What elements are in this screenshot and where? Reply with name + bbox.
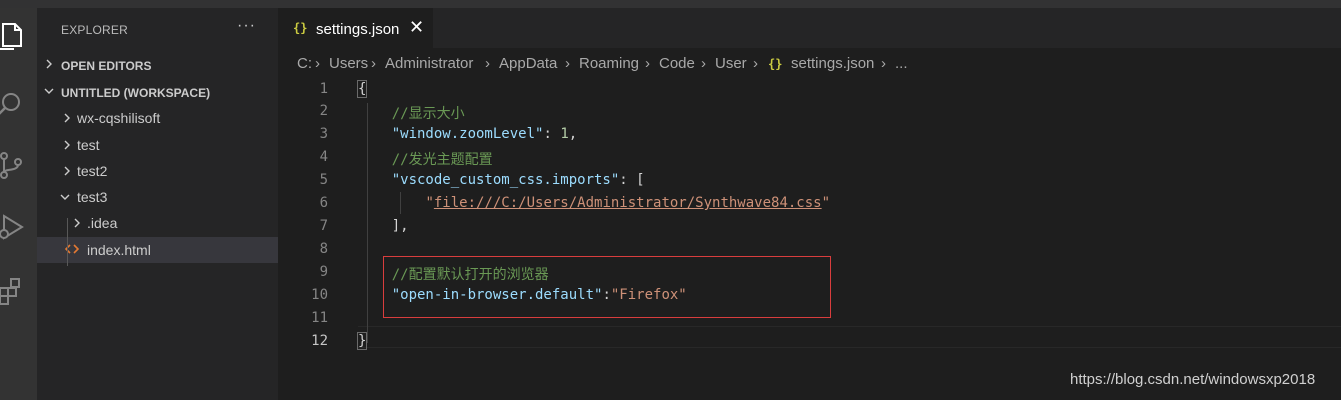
breadcrumb-item[interactable]: ... [895, 55, 908, 72]
open-editors-section[interactable]: OPEN EDITORS [37, 54, 278, 76]
files-icon[interactable] [0, 12, 37, 52]
explorer-sidebar: EXPLORER ··· OPEN EDITORS UNTITLED (WORK… [37, 8, 278, 400]
tree-item-folder[interactable]: wx-cqshilisoft [37, 105, 278, 131]
chevron-right-icon: › [371, 55, 376, 72]
breadcrumb-item[interactable]: AppData [499, 55, 557, 72]
source-control-icon[interactable] [0, 142, 37, 182]
chevron-right-icon: › [701, 55, 706, 72]
more-actions-icon[interactable]: ··· [237, 17, 256, 35]
code-line[interactable]: "window.zoomLevel": 1, [358, 126, 1338, 142]
watermark: https://blog.csdn.net/windowsxp2018 [1070, 371, 1316, 388]
line-number: 7 [319, 218, 328, 234]
tree-item-label: test2 [77, 163, 108, 179]
code-line[interactable]: //发光主题配置 [358, 149, 1338, 169]
line-number: 1 [319, 81, 328, 97]
chevron-right-icon: › [485, 55, 490, 72]
breadcrumb-item[interactable]: Users [329, 55, 368, 72]
tree-item-label: test [77, 137, 100, 153]
line-number: 6 [319, 195, 328, 211]
tab-bar: {} settings.json ✕ [278, 8, 1341, 48]
breadcrumb-item[interactable]: settings.json [791, 55, 874, 72]
tab-label: settings.json [316, 21, 400, 38]
title-bar-strip [0, 0, 1341, 8]
tree-item-folder[interactable]: test2 [37, 158, 278, 184]
code-line[interactable]: { [356, 80, 1338, 98]
line-number: 10 [311, 287, 328, 303]
tree-item-label: .idea [87, 215, 118, 231]
tree-item-label: wx-cqshilisoft [77, 110, 161, 126]
json-file-icon: {} [293, 21, 308, 35]
breadcrumb-item[interactable]: Code [659, 55, 695, 72]
extensions-icon[interactable] [0, 268, 37, 308]
chevron-right-icon: › [315, 55, 320, 72]
tree-item-folder[interactable]: test [37, 132, 278, 158]
line-number: 5 [319, 172, 328, 188]
chevron-down-icon [44, 88, 54, 94]
tree-item-file[interactable]: index.html [37, 237, 278, 263]
chevron-right-icon: › [753, 55, 758, 72]
code-line[interactable]: "file:///C:/Users/Administrator/Synthwav… [358, 195, 1338, 211]
chevron-right-icon: › [645, 55, 650, 72]
run-debug-icon[interactable] [0, 204, 37, 244]
chevron-right-icon [74, 218, 80, 228]
breadcrumb-item[interactable]: C: [297, 55, 312, 72]
line-number: 11 [311, 310, 328, 326]
indent-guide [67, 218, 68, 266]
line-number: 3 [319, 126, 328, 142]
breadcrumb-item[interactable]: Roaming [579, 55, 639, 72]
workspace-section[interactable]: UNTITLED (WORKSPACE) [37, 81, 278, 103]
activity-bar [0, 8, 37, 400]
close-icon[interactable]: ✕ [409, 17, 424, 38]
code-line[interactable]: } [356, 332, 1338, 350]
chevron-right-icon: › [565, 55, 570, 72]
code-line[interactable]: "vscode_custom_css.imports": [ [358, 172, 1338, 188]
chevron-right-icon [64, 166, 70, 176]
open-editors-label: OPEN EDITORS [61, 59, 152, 73]
tree-item-label: test3 [77, 189, 108, 205]
chevron-right-icon: › [881, 55, 886, 72]
editor-area: {} settings.json ✕ C: › Users › Administ… [278, 8, 1341, 400]
line-number: 4 [319, 149, 328, 165]
chevron-down-icon [60, 194, 70, 200]
breadcrumb-item[interactable]: User [715, 55, 747, 72]
chevron-right-icon [64, 140, 70, 150]
json-file-icon: {} [768, 57, 783, 71]
code-line[interactable]: ], [358, 218, 1338, 234]
breadcrumb: C: › Users › Administrator › AppData › R… [278, 54, 1341, 76]
chevron-right-icon [64, 113, 70, 123]
line-number: 12 [311, 333, 328, 349]
tree-item-folder[interactable]: test3 [37, 184, 278, 210]
workspace-label: UNTITLED (WORKSPACE) [61, 86, 211, 100]
search-icon[interactable] [0, 82, 37, 122]
explorer-title: EXPLORER [61, 23, 128, 37]
chevron-right-icon [46, 59, 52, 69]
line-number: 9 [319, 264, 328, 280]
tree-item-folder[interactable]: .idea [37, 210, 278, 236]
highlight-annotation-box [383, 256, 831, 318]
line-number: 8 [319, 241, 328, 257]
code-line[interactable]: //显示大小 [358, 103, 1338, 123]
line-number: 2 [319, 103, 328, 119]
tab-settings-json[interactable]: {} settings.json ✕ [278, 8, 433, 48]
breadcrumb-item[interactable]: Administrator [385, 55, 473, 72]
tree-item-label: index.html [87, 242, 151, 258]
